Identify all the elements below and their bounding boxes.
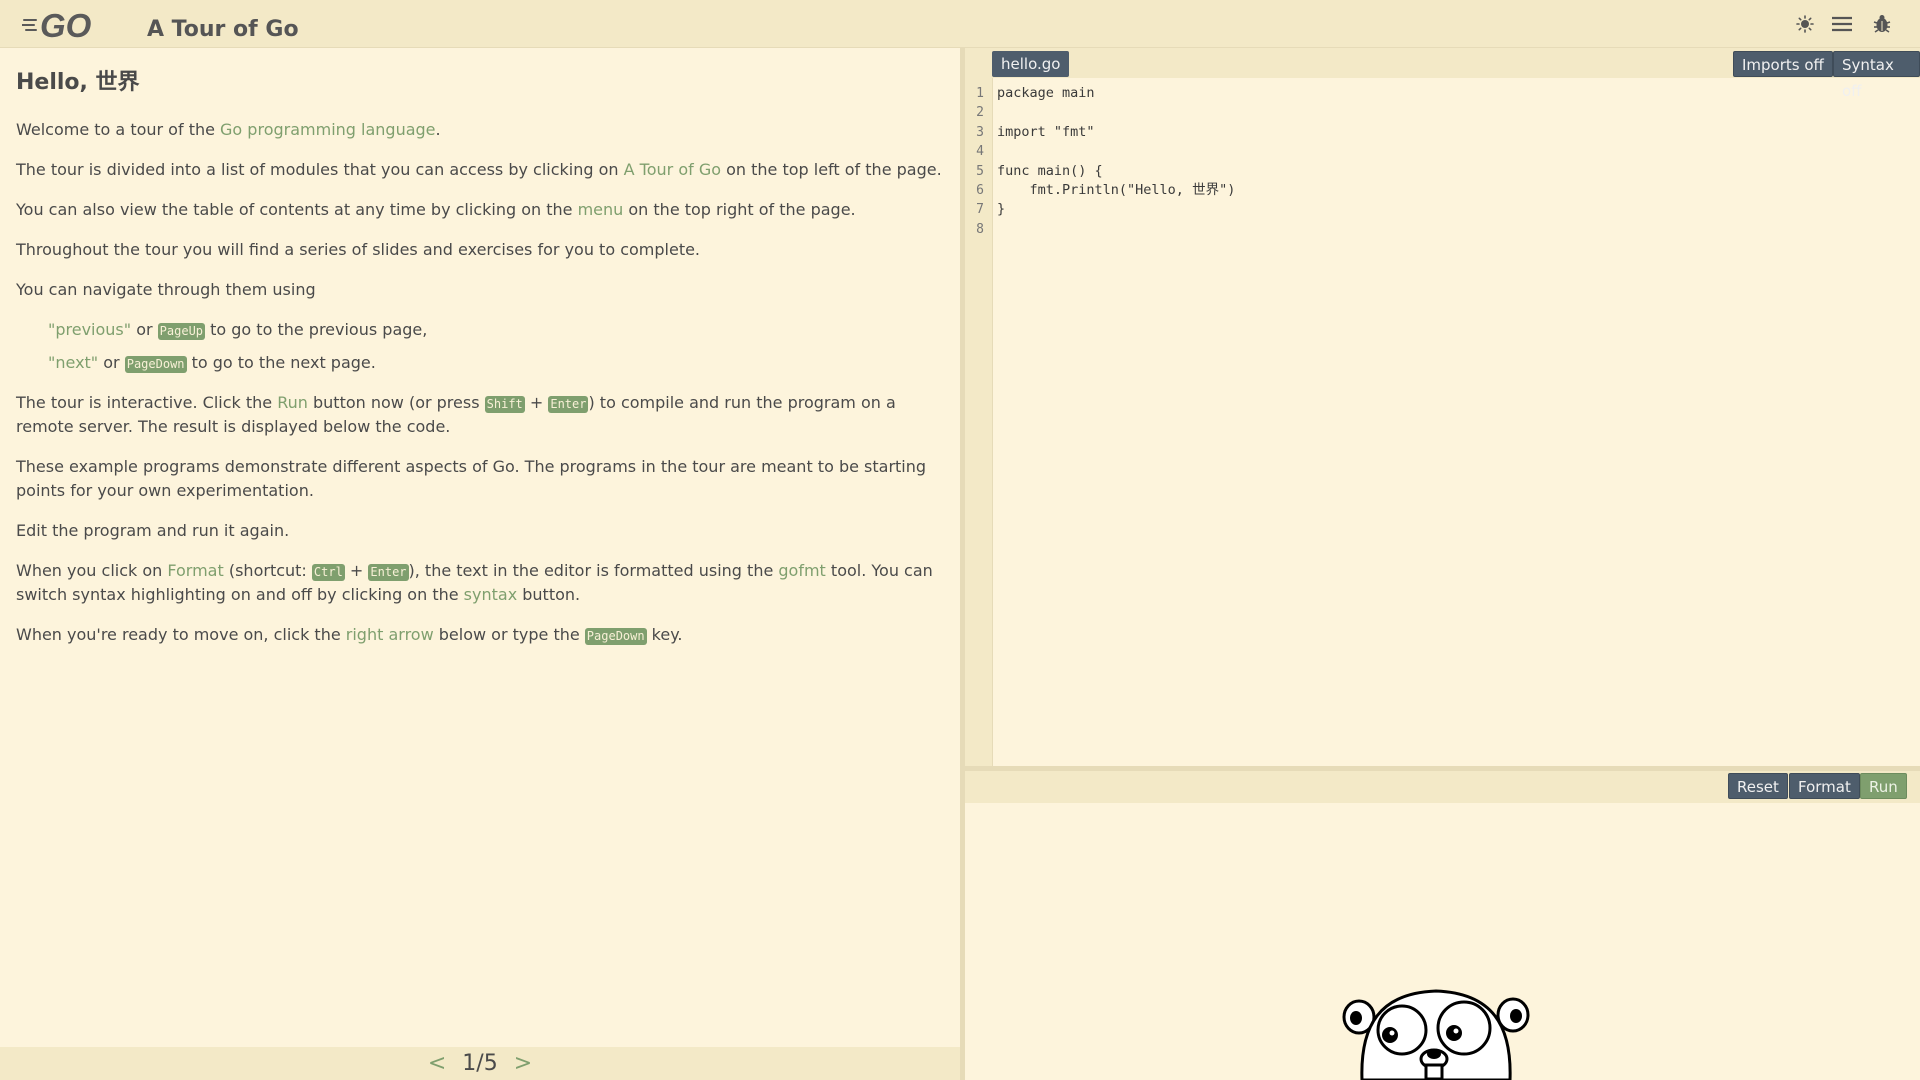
theme-toggle-icon[interactable]	[1793, 12, 1817, 36]
text: The tour is divided into a list of modul…	[16, 160, 624, 179]
lesson-heading: Hello, 世界	[16, 70, 140, 95]
text: on the top left of the page.	[721, 160, 942, 179]
line-number-gutter: 1 2 3 4 5 6 7 8	[965, 78, 993, 766]
navigation-list: "previous" or PageUp to go to the previo…	[48, 318, 944, 375]
menu-icon[interactable]	[1830, 12, 1854, 36]
paragraph: Welcome to a tour of the Go programming …	[16, 118, 944, 142]
page-title[interactable]: A Tour of Go	[147, 17, 299, 42]
lesson-content: Hello, 世界 Welcome to a tour of the Go pr…	[0, 48, 960, 647]
paragraph: You can navigate through them using	[16, 280, 316, 299]
text: to go to the next page.	[186, 353, 376, 372]
pagedown-key: PageDown	[584, 628, 647, 645]
paragraph: You can also view the table of contents …	[16, 198, 944, 222]
text: Welcome to a tour of the	[16, 120, 221, 139]
paragraph: The tour is interactive. Click the Run b…	[16, 391, 944, 439]
file-tab[interactable]: hello.go	[992, 51, 1070, 77]
pageup-key: PageUp	[157, 323, 206, 340]
syntax-link[interactable]: syntax	[464, 585, 518, 604]
text: +	[524, 393, 549, 412]
format-button[interactable]: Format	[1789, 773, 1860, 799]
bug-icon[interactable]	[1870, 12, 1894, 36]
text: or	[98, 353, 125, 372]
go-logo[interactable]: GO	[22, 8, 108, 42]
text: When you're ready to move on, click the	[16, 625, 346, 644]
tour-link[interactable]: A Tour of Go	[624, 160, 721, 179]
shift-key: Shift	[484, 396, 525, 413]
logo-text: GO	[40, 8, 92, 42]
gofmt-link[interactable]: gofmt	[778, 561, 825, 580]
top-header: GO A Tour of Go	[0, 0, 1920, 48]
code-editor[interactable]: package main import "fmt" func main() { …	[997, 84, 1897, 220]
page-indicator: 1/5	[462, 1051, 498, 1076]
prev-page-button[interactable]: <	[428, 1051, 446, 1076]
text: button now (or press	[307, 393, 485, 412]
reset-button[interactable]: Reset	[1728, 773, 1788, 799]
enter-key: Enter	[548, 396, 589, 413]
text: or	[131, 320, 158, 339]
format-link[interactable]: Format	[167, 561, 223, 580]
syntax-toggle-button[interactable]: Syntax off	[1833, 51, 1920, 100]
text: The tour is interactive. Click the	[16, 393, 278, 412]
line-numbers: 1 2 3 4 5 6 7 8	[976, 86, 984, 237]
text: When you click on	[16, 561, 168, 580]
imports-toggle-button[interactable]: Imports off	[1733, 51, 1833, 77]
ctrl-key: Ctrl	[311, 564, 345, 581]
text: ), the text in the editor is formatted u…	[408, 561, 779, 580]
text: below or type the	[433, 625, 585, 644]
text: (shortcut:	[223, 561, 312, 580]
lesson-panel: Hello, 世界 Welcome to a tour of the Go pr…	[0, 48, 960, 1050]
paragraph: When you click on Format (shortcut: Ctrl…	[16, 559, 944, 607]
paragraph: Throughout the tour you will find a seri…	[16, 240, 701, 259]
paragraph: The tour is divided into a list of modul…	[16, 158, 944, 182]
text: .	[435, 120, 441, 139]
next-link[interactable]: "next"	[48, 353, 98, 372]
text: to go to the previous page,	[205, 320, 428, 339]
text: You can also view the table of contents …	[16, 200, 578, 219]
text: key.	[646, 625, 683, 644]
list-item: "previous" or PageUp to go to the previo…	[48, 318, 944, 342]
run-link[interactable]: Run	[277, 393, 308, 412]
paragraph: These example programs demonstrate diffe…	[16, 457, 927, 500]
previous-link[interactable]: "previous"	[48, 320, 131, 339]
list-item: "next" or PageDown to go to the next pag…	[48, 351, 944, 375]
go-language-link[interactable]: Go programming language	[220, 120, 435, 139]
gopher-mascot-icon	[1342, 989, 1530, 1080]
text: button.	[517, 585, 581, 604]
enter-key: Enter	[368, 564, 409, 581]
right-arrow-link[interactable]: right arrow	[346, 625, 434, 644]
run-button[interactable]: Run	[1860, 773, 1907, 799]
pagedown-key: PageDown	[124, 356, 187, 373]
page-navigator: < 1/5 >	[0, 1047, 960, 1080]
text: on the top right of the page.	[623, 200, 856, 219]
menu-link[interactable]: menu	[578, 200, 624, 219]
paragraph: When you're ready to move on, click the …	[16, 623, 944, 647]
paragraph: Edit the program and run it again.	[16, 521, 290, 540]
text: +	[344, 561, 369, 580]
next-page-button[interactable]: >	[514, 1051, 532, 1076]
